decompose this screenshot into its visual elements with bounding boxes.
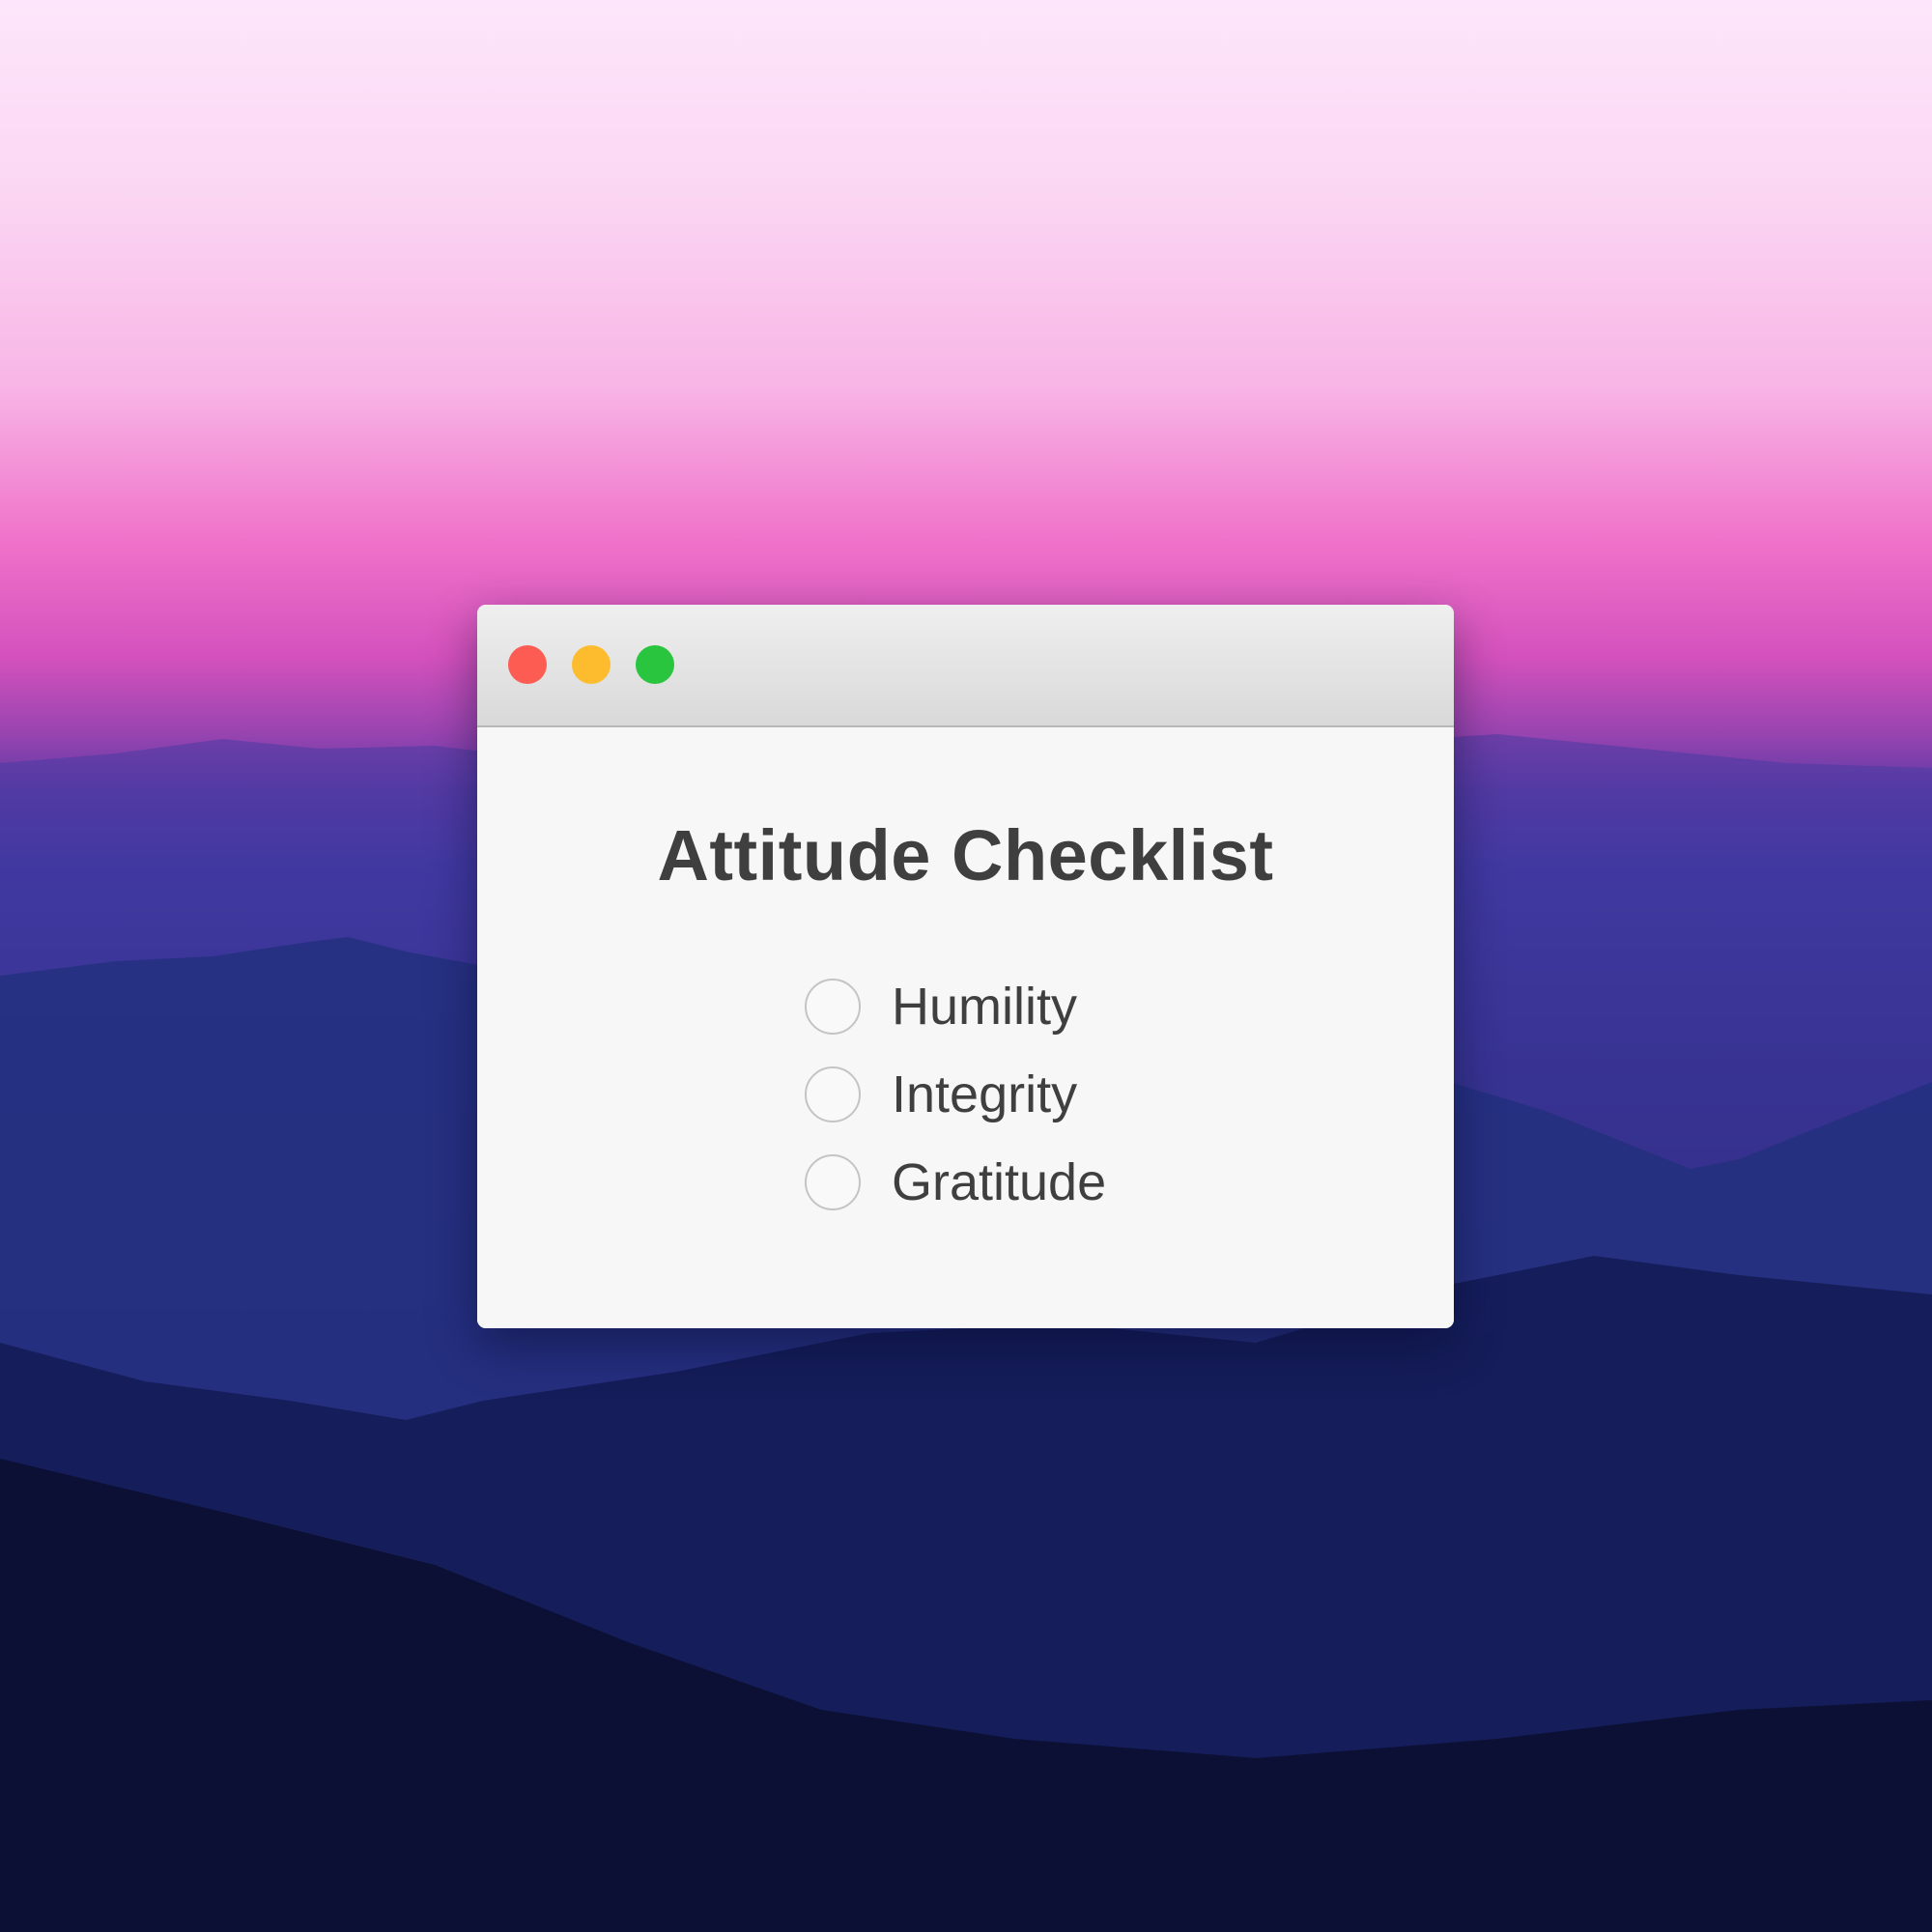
checklist-title: Attitude Checklist [657,815,1274,895]
minimize-window-button[interactable] [572,645,611,684]
checklist-item-label: Integrity [892,1065,1078,1123]
checklist-item-gratitude[interactable]: Gratitude [805,1138,1106,1226]
zoom-window-button[interactable] [636,645,674,684]
checklist-item-label: Humility [892,977,1078,1036]
attitude-checklist: Humility Integrity Gratitude [805,962,1106,1226]
checklist-window: Attitude Checklist Humility Integrity Gr… [477,605,1454,1328]
checklist-item-integrity[interactable]: Integrity [805,1050,1106,1138]
window-titlebar[interactable] [477,605,1454,727]
checklist-item-humility[interactable]: Humility [805,962,1106,1050]
radio-button-icon[interactable] [805,978,861,1035]
checklist-item-label: Gratitude [892,1152,1107,1211]
radio-button-icon[interactable] [805,1065,861,1122]
close-window-button[interactable] [508,645,547,684]
window-content: Attitude Checklist Humility Integrity Gr… [477,727,1454,1328]
radio-button-icon[interactable] [805,1153,861,1210]
